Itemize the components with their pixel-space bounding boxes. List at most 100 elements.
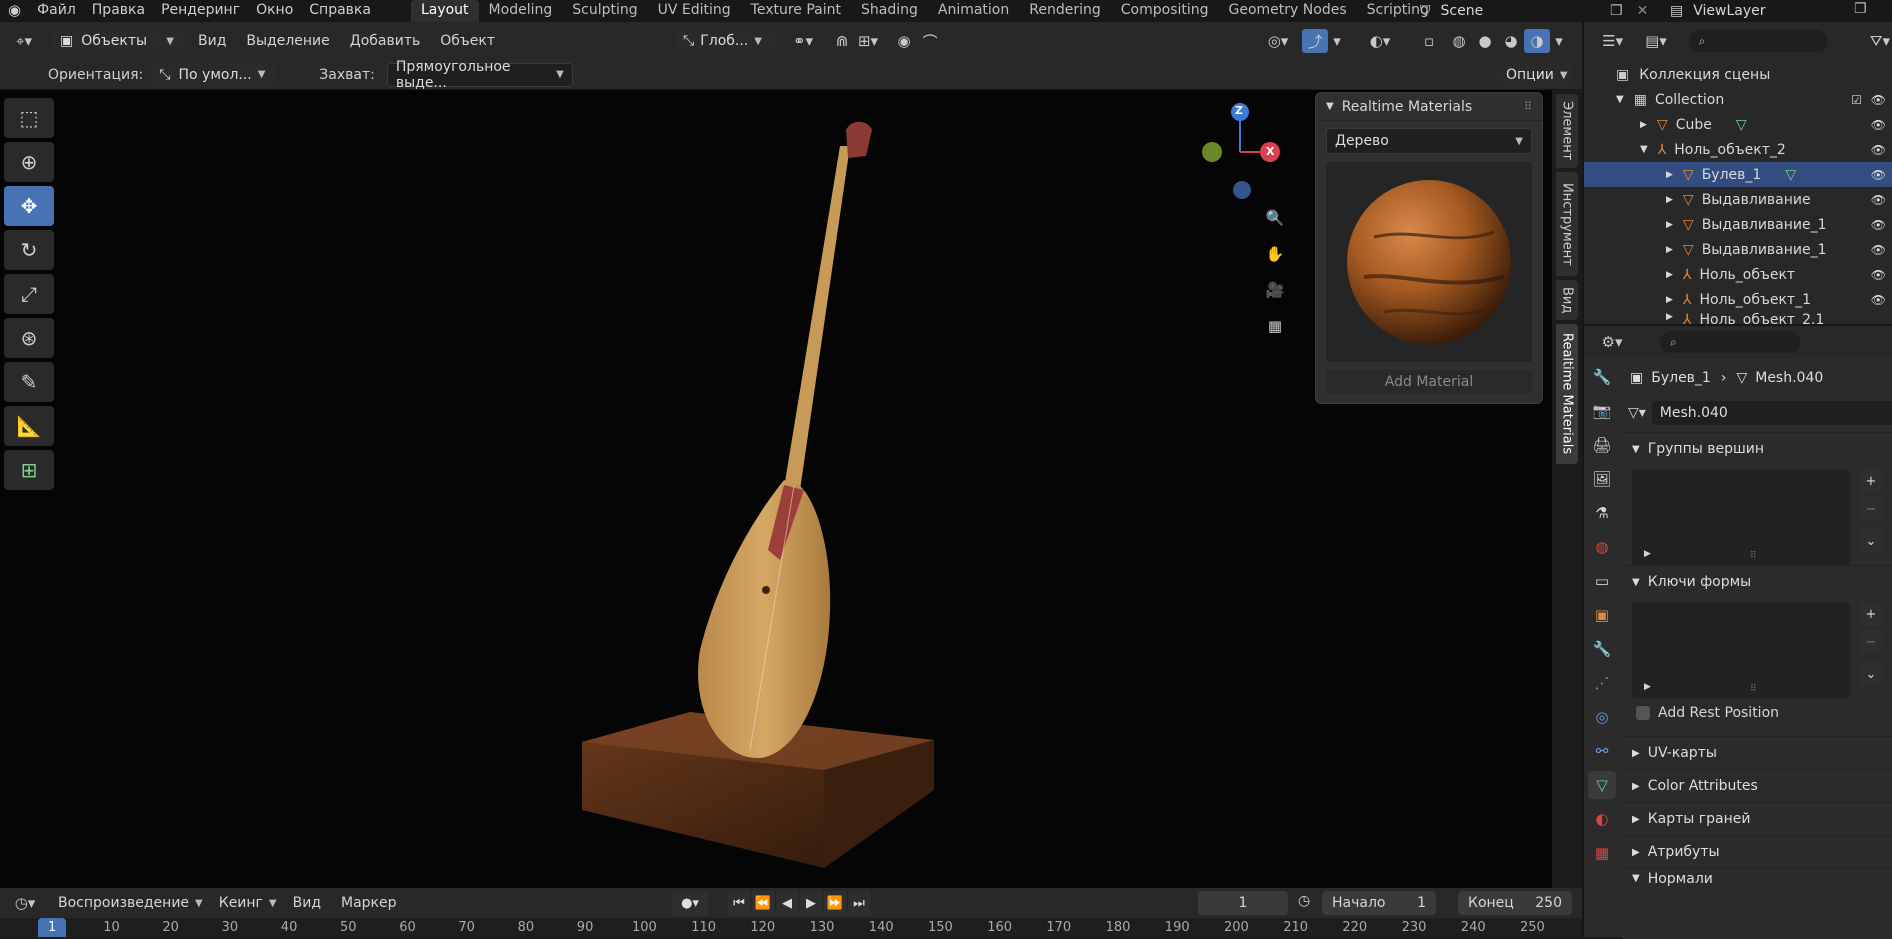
shape-keys-list[interactable]: ▶ ⠿ <box>1632 602 1850 698</box>
navigation-gizmo[interactable]: Z X <box>1194 100 1284 200</box>
rotate-tool-icon[interactable]: ↻ <box>4 230 54 270</box>
wireframe-shading-icon[interactable]: ◍ <box>1446 29 1472 53</box>
annotate-tool-icon[interactable]: ✎ <box>4 362 54 402</box>
end-frame-field[interactable]: Конец 250 <box>1458 891 1572 915</box>
tool-tab-icon[interactable]: 🔧 <box>1588 363 1616 391</box>
output-tab-icon[interactable]: 🖨 <box>1588 431 1616 459</box>
timeline-view-menu[interactable]: Вид <box>283 895 331 911</box>
outliner-row[interactable]: ▼ ▦ Collection ☑ 👁 <box>1584 87 1892 112</box>
grid-perspective-icon[interactable]: ▦ <box>1262 314 1288 338</box>
vertex-group-menu-icon[interactable]: ⌄ <box>1860 529 1882 553</box>
outliner-row[interactable]: ▶ ▽ Выдавливание 👁 <box>1584 187 1892 212</box>
add-material-button[interactable]: Add Material <box>1326 370 1532 394</box>
eye-icon[interactable]: 👁 <box>1871 118 1886 132</box>
mesh-browse-icon[interactable]: ▽▾ <box>1628 405 1646 421</box>
eye-icon[interactable]: 👁 <box>1871 243 1886 257</box>
material-preview[interactable] <box>1326 162 1532 362</box>
orientation-dropdown[interactable]: ⤡ По умол... ▼ <box>151 62 276 87</box>
render-tab-icon[interactable]: 📷 <box>1588 397 1616 425</box>
play-icon[interactable]: ▶ <box>800 891 822 915</box>
clock-icon[interactable]: ◷ <box>1298 893 1310 909</box>
copy-viewlayer-icon[interactable]: ❐ <box>1854 1 1867 17</box>
menu-render[interactable]: Рендеринг <box>153 0 248 22</box>
pivot-icon[interactable]: ⚭▾ <box>783 29 823 53</box>
menu-help[interactable]: Справка <box>301 0 379 22</box>
proportional-edit-icon[interactable]: ◉ <box>891 29 917 53</box>
play-reverse-icon[interactable]: ◀ <box>776 891 798 915</box>
gizmo-toggle-icon[interactable]: ⤴ <box>1302 29 1328 53</box>
world-tab-icon[interactable]: ◍ <box>1588 533 1616 561</box>
tab-uv-editing[interactable]: UV Editing <box>648 0 741 22</box>
tab-shading[interactable]: Shading <box>851 0 928 22</box>
properties-search-input[interactable]: ⌕ <box>1660 331 1800 353</box>
expand-chevron-icon[interactable]: ▶ <box>1666 270 1673 280</box>
expand-chevron-icon[interactable]: ▶ <box>1666 312 1673 322</box>
mesh-data-icon[interactable]: ▽ <box>1785 167 1796 183</box>
face-maps-header[interactable]: ▶ Карты граней <box>1622 802 1892 835</box>
outliner-row[interactable]: ▶ ⅄ Ноль_объект_1 👁 <box>1584 287 1892 312</box>
mesh-name-field[interactable]: Mesh.040 <box>1651 401 1892 425</box>
jump-end-icon[interactable]: ⏭ <box>848 891 870 915</box>
cursor-tool-icon[interactable]: ⊕ <box>4 142 54 182</box>
auto-keying-icon[interactable]: ●▾ <box>672 891 708 915</box>
editor-type-icon[interactable]: ⌖▾ <box>6 29 42 53</box>
vertex-groups-header[interactable]: ▼ Группы вершин <box>1622 432 1892 465</box>
overlays-icon[interactable]: ◐▾ <box>1360 29 1400 53</box>
eye-icon[interactable]: 👁 <box>1871 93 1886 107</box>
outliner-row[interactable]: ▼ ⅄ Ноль_объект_2 👁 <box>1584 137 1892 162</box>
tab-tool[interactable]: Инструмент <box>1556 172 1578 276</box>
pan-hand-icon[interactable]: ✋ <box>1262 242 1288 266</box>
expand-chevron-icon[interactable]: ▼ <box>1640 144 1648 155</box>
expand-chevron-icon[interactable]: ▶ <box>1644 682 1651 692</box>
tab-item[interactable]: Элемент <box>1556 94 1578 168</box>
tab-realtime-materials[interactable]: Realtime Materials <box>1556 324 1578 464</box>
normals-header[interactable]: ▼ Нормали <box>1622 868 1892 888</box>
outliner-row-selected[interactable]: ▶ ▽ Булев_1 ▽ 👁 <box>1584 162 1892 187</box>
expand-chevron-icon[interactable]: ▶ <box>1666 295 1673 305</box>
texture-tab-icon[interactable]: ▦ <box>1588 839 1616 867</box>
resize-handle-icon[interactable]: ⠿ <box>1750 551 1757 561</box>
add-vertex-group-icon[interactable]: + <box>1860 469 1882 493</box>
snap-dropdown[interactable]: Прямоугольное выде... ▼ <box>386 59 573 91</box>
constraints-tab-icon[interactable]: ⚯ <box>1588 737 1616 765</box>
expand-chevron-icon[interactable]: ▶ <box>1640 120 1647 130</box>
tab-modeling[interactable]: Modeling <box>479 0 563 22</box>
drag-handle-icon[interactable]: ⠿ <box>1524 100 1532 113</box>
data-tab-icon[interactable]: ▽ <box>1588 771 1616 799</box>
transform-tool-icon[interactable]: ⊛ <box>4 318 54 358</box>
shape-key-menu-icon[interactable]: ⌄ <box>1860 662 1882 686</box>
material-shading-icon[interactable]: ◕ <box>1498 29 1524 53</box>
collection-tab-icon[interactable]: ▭ <box>1588 567 1616 595</box>
expand-chevron-icon[interactable]: ▶ <box>1666 220 1673 230</box>
mode-dropdown[interactable]: ▣ Объекты ▼ <box>52 29 182 53</box>
tab-compositing[interactable]: Compositing <box>1111 0 1219 22</box>
options-dropdown[interactable]: Опции ▼ <box>1498 63 1572 87</box>
move-tool-icon[interactable]: ✥ <box>4 186 54 226</box>
playback-menu[interactable]: Воспроизведение ▼ <box>58 895 203 911</box>
menu-add[interactable]: Добавить <box>340 33 430 49</box>
menu-select[interactable]: Выделение <box>236 33 339 49</box>
tab-layout[interactable]: Layout <box>410 0 479 22</box>
tab-animation[interactable]: Animation <box>928 0 1019 22</box>
modifier-tab-icon[interactable]: 🔧 <box>1588 635 1616 663</box>
outliner-row[interactable]: ▶ ▽ Выдавливание_1 👁 <box>1584 212 1892 237</box>
tab-geometry-nodes[interactable]: Geometry Nodes <box>1219 0 1357 22</box>
add-cube-tool-icon[interactable]: ⊞ <box>4 450 54 490</box>
menu-window[interactable]: Окно <box>248 0 301 22</box>
shape-keys-header[interactable]: ▼ Ключи формы <box>1622 565 1892 598</box>
add-shape-key-icon[interactable]: + <box>1860 602 1882 626</box>
material-dropdown[interactable]: Дерево ▼ <box>1326 128 1532 154</box>
mesh-data-icon[interactable]: ▽ <box>1736 117 1747 133</box>
vertex-groups-list[interactable]: ▶ ⠿ <box>1632 469 1850 565</box>
gizmo-dropdown-icon[interactable]: ▾ <box>1328 29 1346 53</box>
next-keyframe-icon[interactable]: ⏩ <box>824 891 846 915</box>
add-rest-position-row[interactable]: Add Rest Position <box>1622 698 1892 728</box>
expand-chevron-icon[interactable]: ▶ <box>1666 170 1673 180</box>
eye-icon[interactable]: 👁 <box>1871 193 1886 207</box>
outliner-row[interactable]: ▶ ▽ Cube ▽ 👁 <box>1584 112 1892 137</box>
eye-icon[interactable]: 👁 <box>1871 218 1886 232</box>
blender-logo-icon[interactable]: ◉ <box>0 0 29 22</box>
properties-editor-type-icon[interactable]: ⚙▾ <box>1594 330 1630 354</box>
outliner-editor-type-icon[interactable]: ☰▾ <box>1596 29 1629 53</box>
shading-dropdown-icon[interactable]: ▾ <box>1550 29 1568 53</box>
